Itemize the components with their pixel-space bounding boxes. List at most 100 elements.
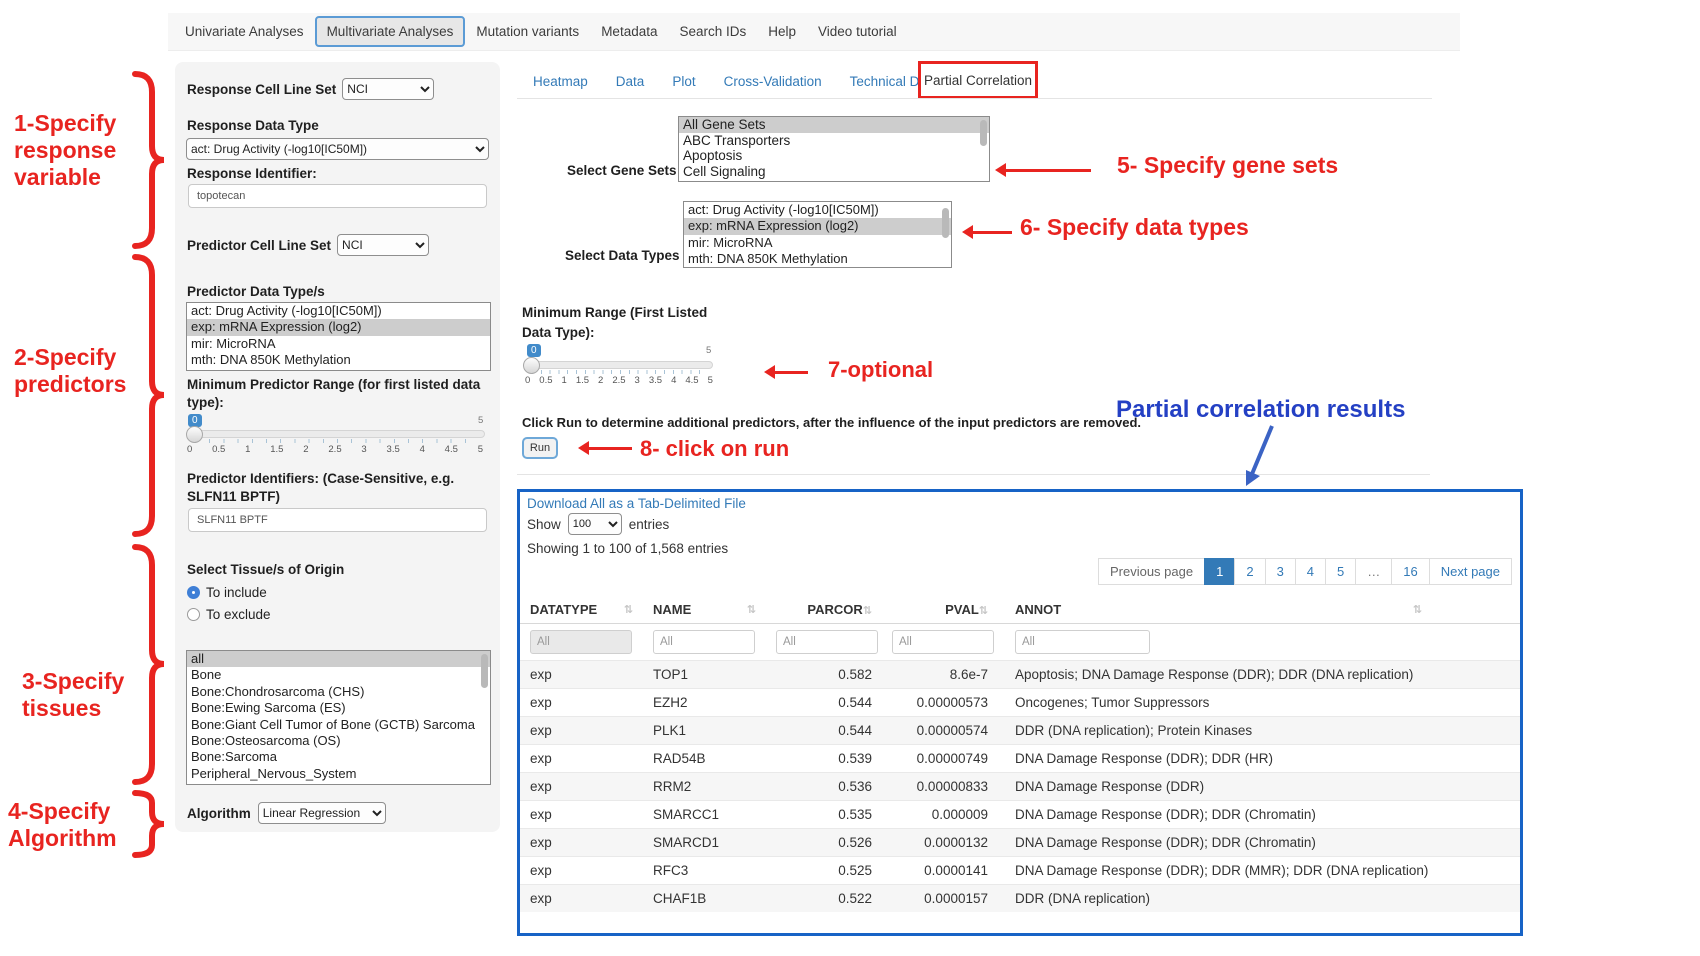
tab-data[interactable]: Data — [616, 74, 645, 89]
col-pval[interactable]: PVAL — [945, 602, 979, 617]
min-predictor-range-slider-handle[interactable] — [186, 426, 203, 443]
tissue-option[interactable]: Bone:Sarcoma — [187, 749, 490, 765]
cell-annot: DNA Damage Response (DDR) — [998, 773, 1520, 801]
table-row[interactable]: exp RRM2 0.536 0.00000833 DNA Damage Res… — [520, 773, 1520, 801]
nav-univariate-analyses[interactable]: Univariate Analyses — [174, 16, 315, 47]
run-section-divider — [517, 474, 1430, 475]
min-predictor-range-slider-track[interactable] — [189, 430, 485, 438]
cell-parcor: 0.522 — [766, 885, 882, 913]
min-range-slider-handle[interactable] — [523, 357, 540, 374]
table-row[interactable]: exp PLK1 0.544 0.00000574 DDR (DNA repli… — [520, 717, 1520, 745]
filter-parcor[interactable] — [776, 630, 878, 654]
gene-set-option[interactable]: Apoptosis — [679, 148, 989, 164]
tissue-option[interactable]: Bone:Osteosarcoma (OS) — [187, 733, 490, 749]
filter-pval[interactable] — [892, 630, 994, 654]
cell-parcor: 0.544 — [766, 717, 882, 745]
page-button-5[interactable]: 5 — [1325, 558, 1356, 585]
run-button[interactable]: Run — [522, 437, 558, 459]
nav-mutation-variants[interactable]: Mutation variants — [465, 16, 590, 47]
predictor-data-type-option[interactable]: mth: DNA 850K Methylation — [187, 352, 490, 368]
col-name[interactable]: NAME — [653, 602, 691, 617]
cell-annot: DNA Damage Response (DDR); DDR (MMR); DD… — [998, 857, 1520, 885]
data-types-scrollbar[interactable] — [942, 208, 949, 238]
sort-icon[interactable]: ⇅ — [979, 604, 988, 617]
download-link[interactable]: Download All as a Tab-Delimited File — [527, 496, 746, 511]
table-row[interactable]: exp TOP1 0.582 8.6e-7 Apoptosis; DNA Dam… — [520, 661, 1520, 689]
min-range-tick-labels: 00.511.522.533.544.55 — [525, 375, 713, 386]
sort-icon[interactable]: ⇅ — [624, 603, 633, 616]
pagination: Previous page 1 2 3 4 5 … 16 Next page — [1099, 558, 1512, 585]
data-type-option[interactable]: act: Drug Activity (-log10[IC50M]) — [684, 202, 951, 218]
tab-cross-validation[interactable]: Cross-Validation — [724, 74, 822, 89]
tissue-listbox: all Bone Bone:Chondrosarcoma (CHS) Bone:… — [186, 650, 491, 785]
filter-datatype[interactable] — [530, 630, 632, 654]
predictor-identifiers-input[interactable] — [188, 508, 487, 532]
response-data-type-select[interactable]: act: Drug Activity (-log10[IC50M]) — [186, 138, 489, 160]
data-type-option[interactable]: mir: MicroRNA — [684, 235, 951, 251]
page-button-16[interactable]: 16 — [1391, 558, 1429, 585]
previous-page-button[interactable]: Previous page — [1098, 558, 1205, 585]
page-size-select[interactable]: 100 — [568, 513, 622, 535]
table-row[interactable]: exp SMARCD1 0.526 0.0000132 DNA Damage R… — [520, 829, 1520, 857]
response-identifier-input[interactable] — [188, 184, 487, 208]
tissue-exclude-radio[interactable] — [187, 608, 200, 621]
gene-set-option[interactable]: ABC Transporters — [679, 133, 989, 149]
nav-video-tutorial[interactable]: Video tutorial — [807, 16, 908, 47]
brace-step2 — [126, 253, 168, 538]
cell-datatype: exp — [520, 829, 643, 857]
annotation-click-run: 8- click on run — [640, 436, 789, 462]
next-page-button[interactable]: Next page — [1429, 558, 1512, 585]
table-row[interactable]: exp RAD54B 0.539 0.00000749 DNA Damage R… — [520, 745, 1520, 773]
predictor-data-type-option-selected[interactable]: exp: mRNA Expression (log2) — [187, 319, 490, 335]
cell-pval: 0.00000574 — [882, 717, 998, 745]
tissue-include-radio[interactable] — [187, 586, 200, 599]
min-range-slider-track[interactable] — [527, 361, 713, 369]
show-entries-row: Show 100 entries — [527, 513, 669, 535]
tab-heatmap[interactable]: Heatmap — [533, 74, 588, 89]
algorithm-select[interactable]: Linear Regression — [258, 802, 386, 824]
sort-icon[interactable]: ⇅ — [863, 604, 872, 617]
min-predictor-range-label: Minimum Predictor Range (for first liste… — [187, 376, 489, 412]
gene-sets-scrollbar[interactable] — [980, 120, 987, 146]
table-row[interactable]: exp EZH2 0.544 0.00000573 Oncogenes; Tum… — [520, 689, 1520, 717]
table-row[interactable]: exp CHAF1B 0.522 0.0000157 DDR (DNA repl… — [520, 885, 1520, 913]
nav-multivariate-analyses[interactable]: Multivariate Analyses — [315, 16, 466, 47]
nav-help[interactable]: Help — [757, 16, 807, 47]
filter-annot[interactable] — [1015, 630, 1150, 654]
sort-icon[interactable]: ⇅ — [747, 603, 756, 616]
col-parcor[interactable]: PARCOR — [807, 602, 862, 617]
predictor-data-type-option[interactable]: mir: MicroRNA — [187, 336, 490, 352]
table-row[interactable]: exp RFC3 0.525 0.0000141 DNA Damage Resp… — [520, 857, 1520, 885]
page-button-3[interactable]: 3 — [1265, 558, 1296, 585]
tab-partial-correlation[interactable]: Partial Correlation — [924, 73, 1032, 88]
predictor-cell-line-set-select[interactable]: NCI — [337, 234, 429, 256]
gene-set-option-selected[interactable]: All Gene Sets — [679, 117, 989, 133]
gene-set-option[interactable]: Cell Signaling — [679, 164, 989, 180]
col-annot[interactable]: ANNOT — [1015, 602, 1061, 617]
tissue-option[interactable]: Peripheral_Nervous_System — [187, 766, 490, 782]
tissue-option[interactable]: Bone:Ewing Sarcoma (ES) — [187, 700, 490, 716]
response-cell-line-set-select[interactable]: NCI — [342, 78, 434, 100]
algorithm-label: Algorithm — [187, 806, 251, 821]
tissue-option[interactable]: Bone:Giant Cell Tumor of Bone (GCTB) Sar… — [187, 717, 490, 733]
sort-icon[interactable]: ⇅ — [1413, 603, 1422, 616]
page-button-4[interactable]: 4 — [1295, 558, 1326, 585]
data-type-option-selected[interactable]: exp: mRNA Expression (log2) — [684, 218, 951, 234]
tissue-option-selected[interactable]: all — [187, 651, 490, 667]
tissue-option[interactable]: Bone — [187, 667, 490, 683]
min-range-value-badge: 0 — [527, 344, 541, 357]
predictor-data-type-option[interactable]: act: Drug Activity (-log10[IC50M]) — [187, 303, 490, 319]
data-type-option[interactable]: mth: DNA 850K Methylation — [684, 251, 951, 267]
table-row[interactable]: exp SMARCC1 0.535 0.000009 DNA Damage Re… — [520, 801, 1520, 829]
page-button-2[interactable]: 2 — [1234, 558, 1265, 585]
tissue-list-scrollbar[interactable] — [481, 654, 488, 688]
page-button-1[interactable]: 1 — [1204, 558, 1235, 585]
col-datatype[interactable]: DATATYPE — [530, 602, 597, 617]
cell-datatype: exp — [520, 661, 643, 689]
tab-plot[interactable]: Plot — [672, 74, 695, 89]
nav-search-ids[interactable]: Search IDs — [668, 16, 757, 47]
tissue-option[interactable]: Bone:Chondrosarcoma (CHS) — [187, 684, 490, 700]
nav-metadata[interactable]: Metadata — [590, 16, 668, 47]
filter-name[interactable] — [653, 630, 755, 654]
cell-parcor: 0.525 — [766, 857, 882, 885]
